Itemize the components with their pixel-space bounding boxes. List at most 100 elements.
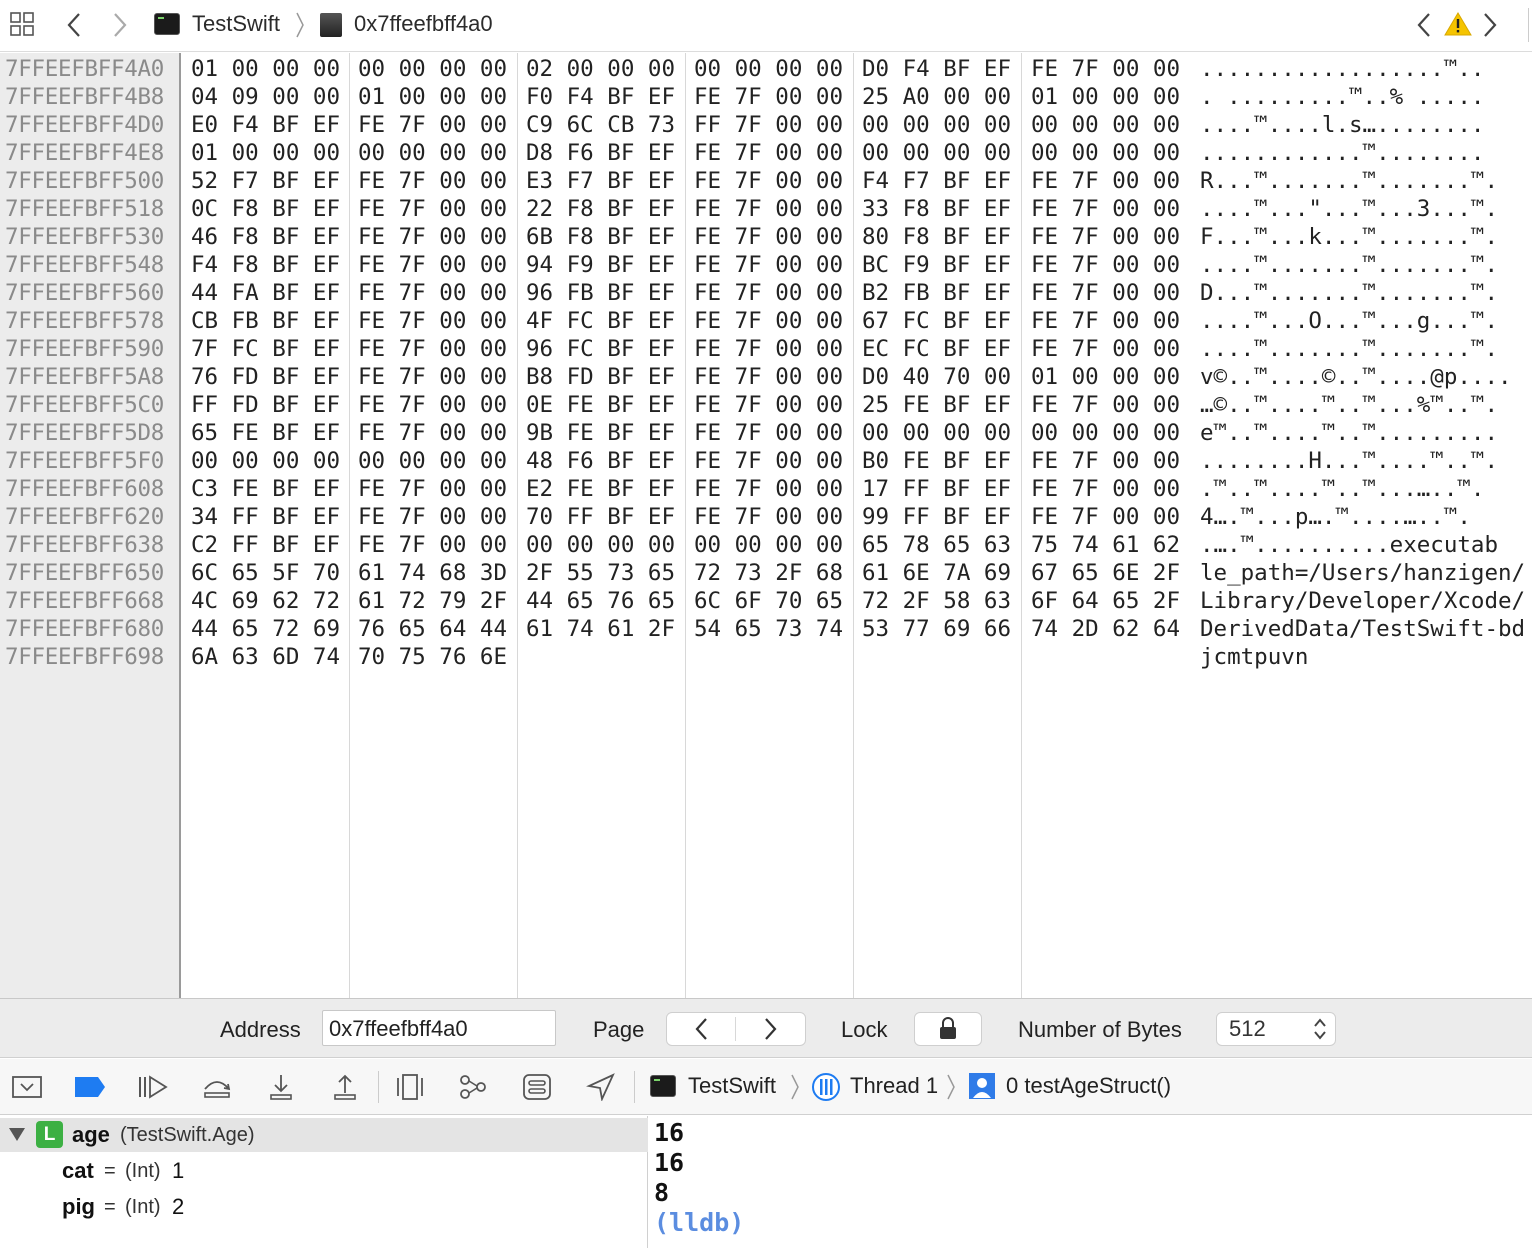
memory-ascii-text[interactable]: …©..™....™..™...%™..™. (1200, 391, 1532, 419)
memory-hex-bytes[interactable]: FE 7F 00 00 (358, 195, 507, 223)
memory-hex-bytes[interactable]: 70 FF BF EF (526, 503, 675, 531)
simulate-location-icon[interactable] (584, 1071, 618, 1103)
memory-ascii-text[interactable]: .….™..........executab (1200, 531, 1532, 559)
memory-hex-bytes[interactable]: FE 7F 00 00 (358, 335, 507, 363)
memory-hex-bytes[interactable]: 76 65 64 44 (358, 615, 507, 643)
memory-hex-bytes[interactable]: 48 F6 BF EF (526, 447, 675, 475)
next-issue-chevron-icon[interactable] (1478, 10, 1502, 40)
lldb-console[interactable]: 16 16 8 (lldb) (650, 1116, 1532, 1248)
related-items-grid-icon[interactable] (8, 10, 38, 40)
memory-hex-bytes[interactable]: F4 F8 BF EF (191, 251, 340, 279)
memory-ascii-text[interactable]: ....™....l.s…........ (1200, 111, 1532, 139)
memory-hex-bytes[interactable]: 65 FE BF EF (191, 419, 340, 447)
memory-hex-bytes[interactable]: D8 F6 BF EF (526, 139, 675, 167)
memory-ascii-text[interactable]: jcmtpuvn (1200, 643, 1532, 671)
memory-hex-bytes[interactable]: B2 FB BF EF (862, 279, 1011, 307)
memory-hex-bytes[interactable]: 7F FC BF EF (191, 335, 340, 363)
memory-hex-bytes[interactable]: FE 7F 00 00 (358, 391, 507, 419)
memory-ascii-text[interactable]: D...™.......™.......™. (1200, 279, 1532, 307)
memory-hex-bytes[interactable]: 22 F8 BF EF (526, 195, 675, 223)
memory-hex-bytes[interactable]: FE 7F 00 00 (1031, 503, 1180, 531)
memory-hex-bytes[interactable]: 2F 55 73 65 (526, 559, 675, 587)
memory-ascii-text[interactable]: F...™...k...™.......™. (1200, 223, 1532, 251)
memory-hex-bytes[interactable]: 00 00 00 00 (694, 531, 843, 559)
memory-hex-bytes[interactable]: BC F9 BF EF (862, 251, 1011, 279)
memory-hex-bytes[interactable]: FE 7F 00 00 (1031, 195, 1180, 223)
memory-hex-bytes[interactable]: 6C 65 5F 70 (191, 559, 340, 587)
environment-overrides-icon[interactable] (520, 1071, 554, 1103)
memory-hex-bytes[interactable]: 01 00 00 00 (358, 83, 507, 111)
memory-ascii-text[interactable]: Library/Developer/Xcode/ (1200, 587, 1532, 615)
memory-hex-bytes[interactable]: FE 7F 00 00 (358, 167, 507, 195)
debug-breadcrumb-frame[interactable]: 0 testAgeStruct() (1006, 1073, 1171, 1099)
memory-hex-bytes[interactable]: 96 FC BF EF (526, 335, 675, 363)
memory-hex-bytes[interactable]: FE 7F 00 00 (694, 363, 843, 391)
memory-hex-bytes[interactable]: 00 00 00 00 (862, 419, 1011, 447)
memory-ascii-text[interactable]: . .........™..% ..... (1200, 83, 1532, 111)
memory-hex-bytes[interactable]: FE 7F 00 00 (1031, 335, 1180, 363)
memory-hex-bytes[interactable]: FE 7F 00 00 (1031, 475, 1180, 503)
warning-icon[interactable] (1443, 9, 1473, 39)
memory-ascii-text[interactable]: ....™..."...™...3...™. (1200, 195, 1532, 223)
memory-hex-bytes[interactable]: 00 00 00 00 (1031, 139, 1180, 167)
memory-ascii-text[interactable]: ....™.......™.......™. (1200, 251, 1532, 279)
memory-hex-bytes[interactable]: E0 F4 BF EF (191, 111, 340, 139)
disclosure-triangle-icon[interactable] (8, 1126, 26, 1147)
memory-hex-bytes[interactable]: FE 7F 00 00 (358, 419, 507, 447)
memory-hex-bytes[interactable]: F4 F7 BF EF (862, 167, 1011, 195)
memory-hex-bytes[interactable]: 00 00 00 00 (1031, 419, 1180, 447)
memory-hex-bytes[interactable]: 44 65 76 65 (526, 587, 675, 615)
memory-hex-bytes[interactable]: FE 7F 00 00 (1031, 167, 1180, 195)
memory-hex-bytes[interactable]: FE 7F 00 00 (694, 475, 843, 503)
memory-hex-bytes[interactable]: 00 00 00 00 (358, 55, 507, 83)
memory-hex-bytes[interactable]: 94 F9 BF EF (526, 251, 675, 279)
memory-hex-bytes[interactable]: D0 40 70 00 (862, 363, 1011, 391)
memory-hex-bytes[interactable]: FE 7F 00 00 (358, 503, 507, 531)
memory-hex-bytes[interactable]: FE 7F 00 00 (694, 419, 843, 447)
memory-hex-bytes[interactable]: C2 FF BF EF (191, 531, 340, 559)
memory-graph-icon[interactable] (456, 1071, 490, 1103)
memory-ascii-text[interactable]: R...™.......™.......™. (1200, 167, 1532, 195)
variable-row-age[interactable]: L age (TestSwift.Age) (0, 1118, 648, 1152)
memory-hex-bytes[interactable]: FE 7F 00 00 (1031, 447, 1180, 475)
memory-hex-bytes[interactable]: FE 7F 00 00 (694, 391, 843, 419)
step-over-icon[interactable] (200, 1071, 234, 1103)
page-prev-button[interactable] (667, 1017, 736, 1041)
memory-hex-bytes[interactable]: 6C 6F 70 65 (694, 587, 843, 615)
memory-hex-bytes[interactable]: EC FC BF EF (862, 335, 1011, 363)
variable-row-cat[interactable]: cat = (Int) 1 (0, 1154, 648, 1188)
memory-ascii-text[interactable]: ........H...™....™..™. (1200, 447, 1532, 475)
memory-hex-bytes[interactable]: 01 00 00 00 (191, 139, 340, 167)
memory-hex-bytes[interactable]: 00 00 00 00 (862, 139, 1011, 167)
memory-hex-bytes[interactable]: 02 00 00 00 (526, 55, 675, 83)
memory-hex-bytes[interactable]: FE 7F 00 00 (694, 503, 843, 531)
memory-hex-bytes[interactable]: 6F 64 65 2F (1031, 587, 1180, 615)
memory-hex-bytes[interactable]: FE 7F 00 00 (1031, 391, 1180, 419)
memory-hex-bytes[interactable]: 4F FC BF EF (526, 307, 675, 335)
memory-hex-bytes[interactable]: FE 7F 00 00 (694, 251, 843, 279)
memory-hex-bytes[interactable]: 44 FA BF EF (191, 279, 340, 307)
memory-hex-bytes[interactable]: 9B FE BF EF (526, 419, 675, 447)
memory-hex-bytes[interactable]: FE 7F 00 00 (694, 279, 843, 307)
memory-hex-bytes[interactable]: 00 00 00 00 (694, 55, 843, 83)
memory-hex-bytes[interactable]: 44 65 72 69 (191, 615, 340, 643)
debug-breadcrumb-thread[interactable]: Thread 1 (850, 1073, 938, 1099)
memory-hex-bytes[interactable]: FE 7F 00 00 (694, 195, 843, 223)
memory-hex-bytes[interactable]: 53 77 69 66 (862, 615, 1011, 643)
memory-hex-bytes[interactable]: FE 7F 00 00 (694, 447, 843, 475)
hide-debug-area-icon[interactable] (10, 1071, 44, 1103)
memory-hex-bytes[interactable]: FE 7F 00 00 (1031, 307, 1180, 335)
memory-hex-bytes[interactable]: 61 74 61 2F (526, 615, 675, 643)
memory-hex-bytes[interactable]: 96 FB BF EF (526, 279, 675, 307)
memory-ascii-text[interactable]: v©..™....©..™....@p.... (1200, 363, 1532, 391)
memory-hex-bytes[interactable]: 67 FC BF EF (862, 307, 1011, 335)
memory-hex-bytes[interactable]: 00 00 00 00 (191, 447, 340, 475)
memory-ascii-text[interactable]: ............™........ (1200, 139, 1532, 167)
memory-ascii-text[interactable]: .™..™....™..™...…..™. (1200, 475, 1532, 503)
memory-hex-bytes[interactable]: 75 74 61 62 (1031, 531, 1180, 559)
memory-hex-bytes[interactable]: 25 A0 00 00 (862, 83, 1011, 111)
memory-ascii-text[interactable]: ....™.......™.......™. (1200, 335, 1532, 363)
memory-hex-bytes[interactable]: F0 F4 BF EF (526, 83, 675, 111)
memory-hex-bytes[interactable]: 4C 69 62 72 (191, 587, 340, 615)
memory-hex-bytes[interactable]: 6B F8 BF EF (526, 223, 675, 251)
